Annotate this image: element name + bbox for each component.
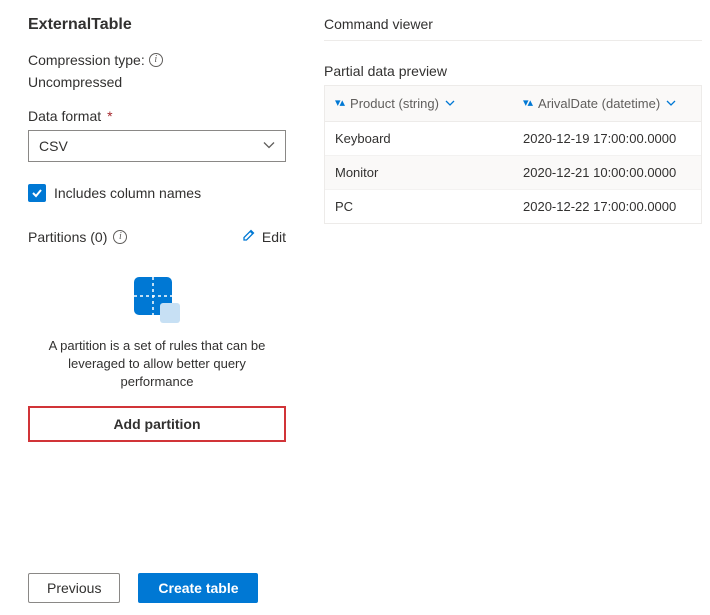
add-partition-button[interactable]: Add partition bbox=[32, 410, 282, 438]
table-row: Keyboard 2020-12-19 17:00:00.0000 bbox=[325, 122, 701, 156]
cell-product: Monitor bbox=[325, 156, 513, 189]
create-table-button[interactable]: Create table bbox=[138, 573, 258, 603]
partition-illustration bbox=[28, 273, 286, 327]
cell-product: Keyboard bbox=[325, 122, 513, 155]
preview-table: ▾▴ Product (string) ▾▴ ArivalDate (datet… bbox=[324, 85, 702, 224]
filter-icon: ▾▴ bbox=[523, 96, 532, 109]
partitions-label: Partitions (0) bbox=[28, 229, 107, 245]
compression-label: Compression type: i bbox=[28, 52, 286, 68]
partition-description: A partition is a set of rules that can b… bbox=[28, 337, 286, 392]
partitions-header: Partitions (0) i Edit bbox=[28, 228, 286, 245]
page-title: ExternalTable bbox=[28, 16, 286, 34]
required-mark: * bbox=[107, 108, 112, 124]
command-viewer-label: Command viewer bbox=[324, 16, 702, 32]
pencil-icon bbox=[242, 228, 256, 245]
dataformat-select[interactable]: CSV bbox=[28, 130, 286, 162]
table-row: Monitor 2020-12-21 10:00:00.0000 bbox=[325, 156, 701, 190]
left-panel: ExternalTable Compression type: i Uncomp… bbox=[0, 0, 312, 615]
chevron-down-icon bbox=[666, 96, 676, 111]
divider bbox=[324, 40, 702, 41]
compression-value: Uncompressed bbox=[28, 74, 286, 90]
cell-date: 2020-12-22 17:00:00.0000 bbox=[513, 190, 701, 223]
column-header-product[interactable]: ▾▴ Product (string) bbox=[325, 86, 513, 121]
edit-partitions-link[interactable]: Edit bbox=[242, 228, 286, 245]
includes-columns-row[interactable]: Includes column names bbox=[28, 184, 286, 202]
info-icon[interactable]: i bbox=[113, 230, 127, 244]
info-icon[interactable]: i bbox=[149, 53, 163, 67]
dataformat-label: Data format* bbox=[28, 108, 286, 124]
dataformat-value: CSV bbox=[39, 138, 68, 154]
column-header-arivaldate[interactable]: ▾▴ ArivalDate (datetime) bbox=[513, 86, 701, 121]
chevron-down-icon bbox=[445, 96, 455, 111]
right-panel: Command viewer Partial data preview ▾▴ P… bbox=[312, 0, 710, 615]
cell-product: PC bbox=[325, 190, 513, 223]
previous-button[interactable]: Previous bbox=[28, 573, 120, 603]
table-row: PC 2020-12-22 17:00:00.0000 bbox=[325, 190, 701, 223]
cell-date: 2020-12-21 10:00:00.0000 bbox=[513, 156, 701, 189]
filter-icon: ▾▴ bbox=[335, 96, 344, 109]
column-name: ArivalDate (datetime) bbox=[538, 96, 660, 111]
table-header: ▾▴ Product (string) ▾▴ ArivalDate (datet… bbox=[325, 86, 701, 122]
cell-date: 2020-12-19 17:00:00.0000 bbox=[513, 122, 701, 155]
column-name: Product (string) bbox=[350, 96, 439, 111]
chevron-down-icon bbox=[263, 138, 275, 154]
footer: Previous Create table bbox=[28, 573, 286, 603]
checkbox-checked-icon[interactable] bbox=[28, 184, 46, 202]
add-partition-highlight: Add partition bbox=[28, 406, 286, 442]
preview-label: Partial data preview bbox=[324, 63, 702, 79]
includes-columns-label: Includes column names bbox=[54, 185, 201, 201]
